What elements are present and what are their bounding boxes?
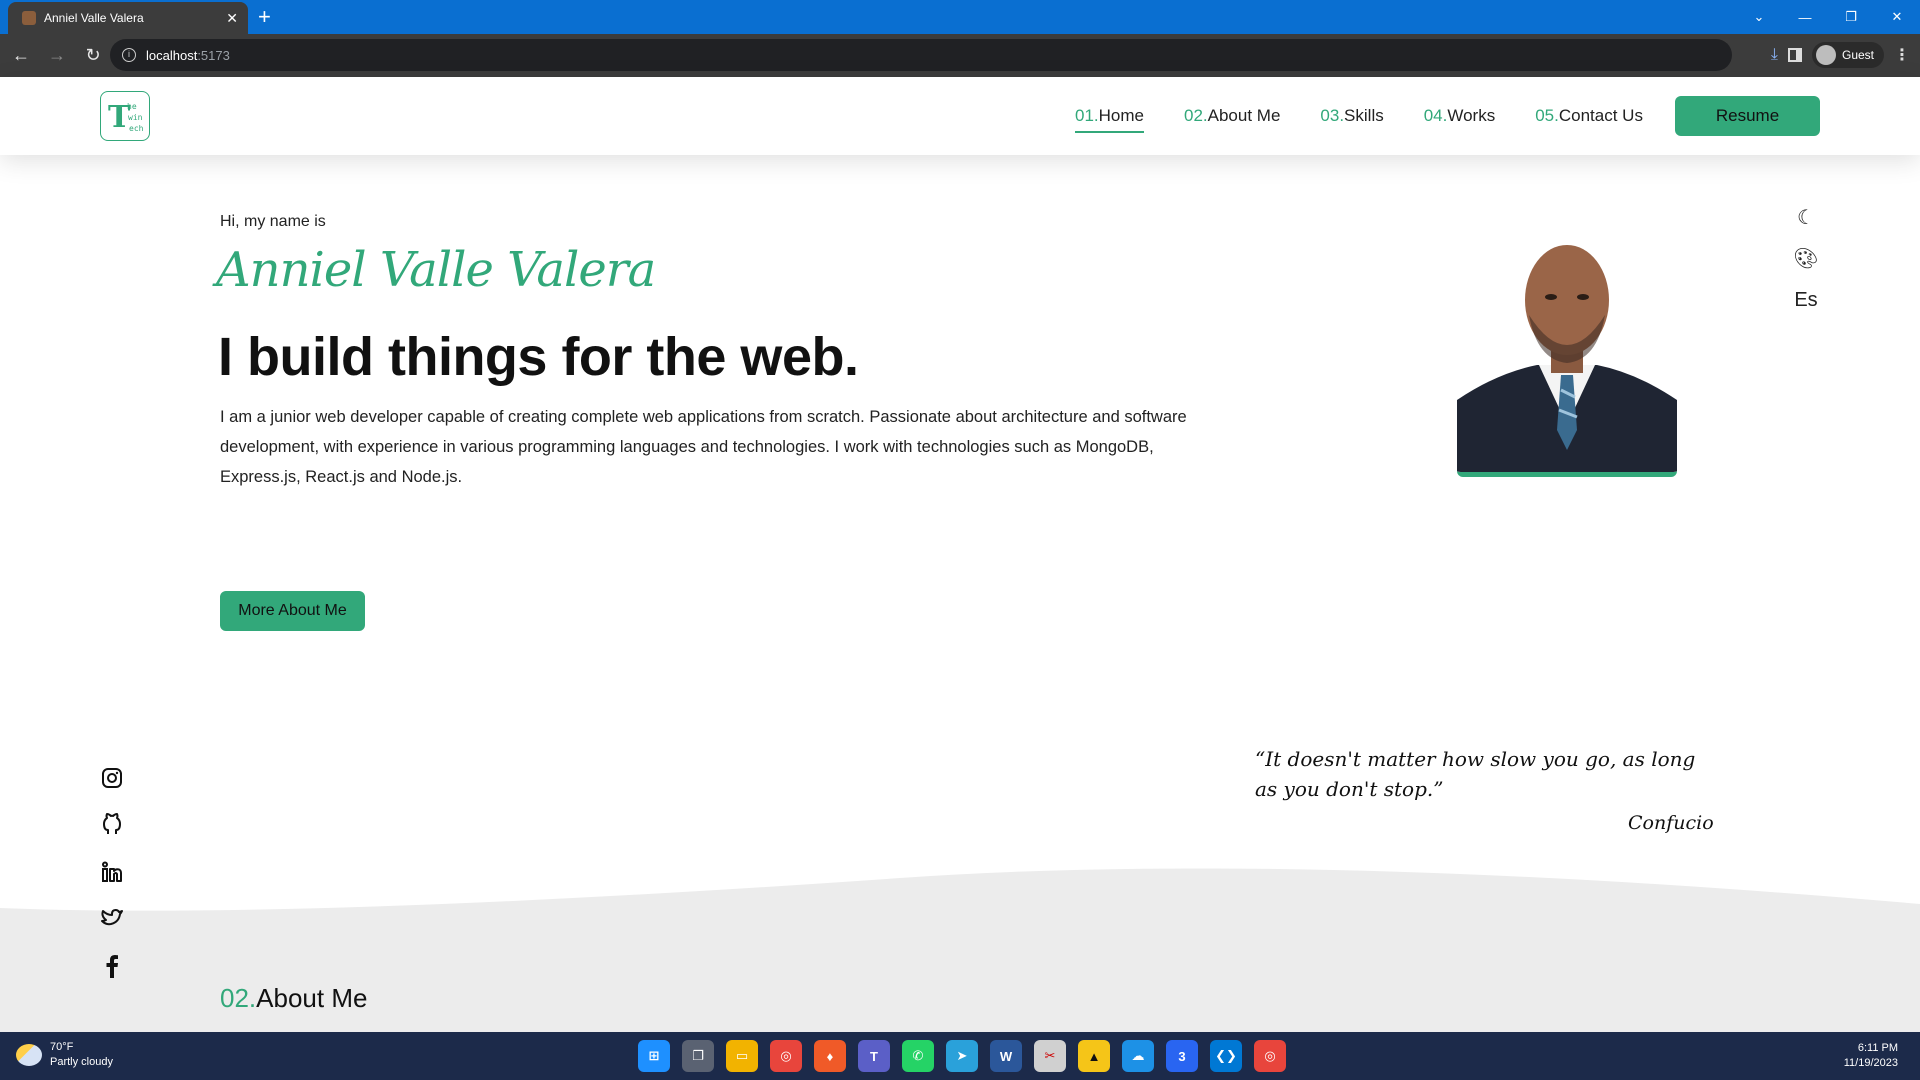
- chrome-active-icon[interactable]: ◎: [1254, 1040, 1286, 1072]
- snipping-tool-icon[interactable]: ✂: [1034, 1040, 1066, 1072]
- linkedin-icon[interactable]: [100, 859, 124, 885]
- tab-favicon-icon: [22, 11, 36, 25]
- forward-icon[interactable]: →: [42, 45, 72, 66]
- hero-name: Anniel Valle Valera: [216, 242, 656, 298]
- close-tab-icon[interactable]: ✕: [226, 10, 238, 27]
- site-info-icon[interactable]: i: [122, 48, 136, 62]
- hero-title: I build things for the web.: [218, 327, 859, 387]
- nav-works[interactable]: 04.Works: [1424, 106, 1496, 133]
- clock-time: 6:11 PM: [1857, 1042, 1898, 1054]
- task-view-icon[interactable]: ❐: [682, 1040, 714, 1072]
- hero-greeting: Hi, my name is: [220, 213, 326, 230]
- vscode-icon[interactable]: ❮❯: [1210, 1040, 1242, 1072]
- profile-button[interactable]: Guest: [1811, 42, 1884, 68]
- tab-search-icon[interactable]: ⌄: [1736, 9, 1782, 25]
- browser-tabbar: Anniel Valle Valera ✕ + ⌄ — ❐ ✕: [0, 0, 1920, 34]
- nav-works-num: 04.: [1423, 106, 1448, 125]
- nav-contact-num: 05.: [1535, 106, 1559, 125]
- system-clock[interactable]: 6:11 PM 11/19/2023: [1844, 1041, 1898, 1071]
- brave-icon[interactable]: ♦: [814, 1040, 846, 1072]
- browser-tab[interactable]: Anniel Valle Valera ✕: [8, 2, 248, 34]
- nav-works-label: Works: [1447, 106, 1496, 125]
- css3-icon[interactable]: 3: [1166, 1040, 1198, 1072]
- new-tab-icon[interactable]: +: [258, 4, 271, 30]
- quote-text: “It doesn't matter how slow you go, as l…: [1255, 747, 1696, 801]
- nav-contact[interactable]: 05.Contact Us: [1535, 106, 1643, 133]
- profile-label: Guest: [1841, 48, 1874, 62]
- nav-skills-label: Skills: [1344, 106, 1384, 125]
- restore-icon[interactable]: ❐: [1828, 9, 1874, 25]
- clock-date: 11/19/2023: [1843, 1057, 1898, 1069]
- nav-home[interactable]: 01.Home: [1075, 106, 1144, 133]
- file-explorer-icon[interactable]: ▭: [726, 1040, 758, 1072]
- logo-text-2: win: [128, 113, 143, 122]
- warning-app-icon[interactable]: ▲: [1078, 1040, 1110, 1072]
- instagram-icon[interactable]: [100, 765, 124, 791]
- twitter-icon[interactable]: [100, 906, 124, 932]
- more-about-me-button[interactable]: More About Me: [220, 591, 365, 631]
- address-bar[interactable]: i localhost :5173: [110, 39, 1732, 71]
- nav-about-num: 02.: [1184, 106, 1208, 125]
- nav-skills-num: 03.: [1320, 106, 1345, 125]
- tab-title: Anniel Valle Valera: [44, 11, 144, 25]
- hero-description: I am a junior web developer capable of c…: [220, 408, 1187, 486]
- nav-home-num: 01.: [1075, 106, 1099, 125]
- moon-icon[interactable]: ☾: [1793, 205, 1819, 230]
- nav-home-label: Home: [1098, 106, 1144, 125]
- site-logo[interactable]: T he win ech: [100, 91, 150, 141]
- reload-icon[interactable]: ↻: [78, 45, 108, 66]
- close-window-icon[interactable]: ✕: [1874, 9, 1920, 25]
- facebook-icon[interactable]: [100, 953, 124, 979]
- about-section-title: 02.About Me: [220, 983, 367, 1014]
- weather-temp: 70°F: [50, 1041, 74, 1053]
- word-icon[interactable]: W: [990, 1040, 1022, 1072]
- weather-text: 70°F Partly cloudy: [50, 1040, 113, 1070]
- about-num: 02.: [220, 983, 257, 1013]
- site-navbar: T he win ech 01.Home 02.About Me 03.Skil…: [0, 77, 1920, 155]
- side-panel-icon[interactable]: [1787, 48, 1802, 62]
- windows-taskbar: 70°F Partly cloudy ⊞ ❐ ▭ ◎ ♦ T ✆ ➤ W ✂ ▲…: [0, 1032, 1920, 1080]
- toolbar-right: ⤓ Guest ⋮: [1771, 40, 1910, 70]
- profile-photo: [1457, 225, 1677, 477]
- avatar: [1815, 45, 1836, 65]
- nav-about-label: About Me: [1207, 106, 1281, 125]
- window-controls: ⌄ — ❐ ✕: [1736, 0, 1920, 34]
- nav-skills[interactable]: 03.Skills: [1320, 106, 1383, 133]
- kebab-menu-icon[interactable]: ⋮: [1894, 45, 1910, 65]
- palette-icon[interactable]: 🎨︎: [1793, 246, 1819, 271]
- telegram-icon[interactable]: ➤: [946, 1040, 978, 1072]
- side-tools: ☾ 🎨︎ Es: [1793, 205, 1819, 312]
- download-icon[interactable]: ⤓: [1771, 46, 1778, 64]
- weather-condition: Partly cloudy: [50, 1056, 113, 1068]
- whatsapp-icon[interactable]: ✆: [902, 1040, 934, 1072]
- social-links: [100, 765, 124, 979]
- weather-widget[interactable]: 70°F Partly cloudy: [16, 1040, 113, 1070]
- nav-contact-label: Contact Us: [1558, 106, 1643, 125]
- nav-links: 01.Home 02.About Me 03.Skills 04.Works 0…: [1075, 106, 1683, 133]
- url-port: :5173: [197, 47, 230, 63]
- url-host: localhost: [146, 47, 198, 63]
- teams-icon[interactable]: T: [858, 1040, 890, 1072]
- minimize-icon[interactable]: —: [1782, 10, 1828, 25]
- resume-button[interactable]: Resume: [1675, 96, 1820, 136]
- taskbar-apps: ⊞ ❐ ▭ ◎ ♦ T ✆ ➤ W ✂ ▲ ☁ 3 ❮❯ ◎: [638, 1040, 1286, 1072]
- logo-text-1: he: [127, 102, 137, 111]
- quote-author: Confucio: [1628, 812, 1714, 834]
- language-toggle[interactable]: Es: [1794, 289, 1817, 312]
- docker-icon[interactable]: ☁: [1122, 1040, 1154, 1072]
- browser-toolbar: ← → ↻ i localhost :5173 ⤓ Guest ⋮: [0, 34, 1920, 77]
- about-label: About Me: [256, 983, 368, 1013]
- partly-cloudy-icon: [16, 1044, 42, 1066]
- chrome-icon[interactable]: ◎: [770, 1040, 802, 1072]
- start-icon[interactable]: ⊞: [638, 1040, 670, 1072]
- nav-about[interactable]: 02.About Me: [1184, 106, 1280, 133]
- logo-text-3: ech: [129, 124, 144, 133]
- back-icon[interactable]: ←: [6, 45, 36, 66]
- github-icon[interactable]: [100, 812, 124, 838]
